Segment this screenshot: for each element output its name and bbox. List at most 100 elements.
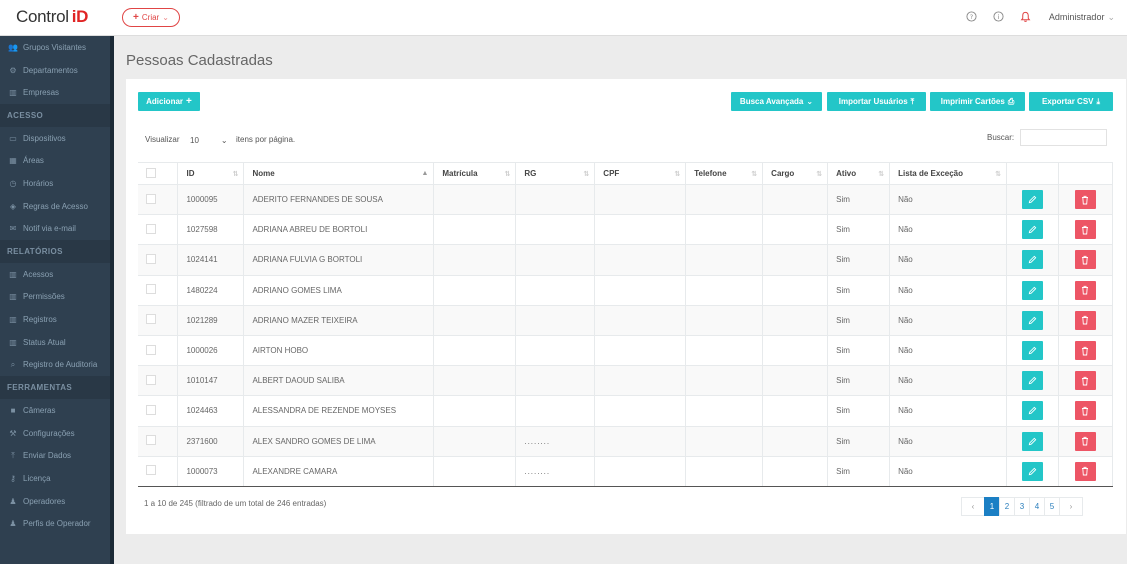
page-button[interactable]: 5 — [1044, 497, 1060, 516]
table-row[interactable]: 1480224 ADRIANO GOMES LIMA Sim Não — [138, 274, 1114, 306]
col-matricula[interactable]: Matrícula ⇅ — [433, 162, 517, 185]
delete-button[interactable] — [1074, 220, 1096, 240]
sidebar-item[interactable]: ■ Câmeras — [0, 399, 110, 422]
row-checkbox[interactable] — [146, 284, 156, 295]
cell-select — [138, 244, 179, 276]
app-logo[interactable]: Control iD — [16, 7, 88, 27]
advanced-search-button[interactable]: Busca Avançada ⌄ — [731, 92, 822, 111]
delete-button[interactable] — [1074, 431, 1096, 451]
delete-button[interactable] — [1074, 280, 1096, 300]
table-row[interactable]: 1000026 AIRTON HOBO Sim Não — [138, 334, 1114, 366]
page-button[interactable]: 4 — [1029, 497, 1045, 516]
sort-icon: ⇅ — [878, 171, 885, 178]
row-checkbox[interactable] — [146, 253, 156, 264]
sidebar-item[interactable]: ◈ Regras de Acesso — [0, 195, 110, 218]
sidebar-item[interactable]: ▭ Dispositivos — [0, 127, 110, 150]
delete-button[interactable] — [1074, 401, 1096, 421]
edit-button[interactable] — [1021, 190, 1043, 210]
table-row[interactable]: 1000073 ALEXANDRE CAMARA........ Sim Não — [138, 455, 1114, 487]
row-checkbox[interactable] — [146, 435, 156, 446]
info-icon[interactable]: i — [992, 10, 1005, 23]
cell-phone — [685, 365, 764, 396]
print-cards-button[interactable]: Imprimir Cartões ⎙ — [930, 92, 1025, 111]
select-all-checkbox[interactable] — [146, 167, 156, 178]
edit-button[interactable] — [1021, 280, 1043, 300]
table-row[interactable]: 1027598 ADRIANA ABREU DE BORTOLI Sim Não — [138, 214, 1114, 245]
sidebar-item[interactable]: ▦ Áreas — [0, 149, 110, 172]
edit-button[interactable] — [1021, 310, 1043, 330]
create-button[interactable]: + Criar ⌄ — [122, 8, 180, 27]
cell-edit — [1006, 304, 1059, 336]
sidebar-item[interactable]: ▥ Acessos — [0, 263, 110, 286]
sidebar-item[interactable]: ◷ Horários — [0, 172, 110, 195]
edit-button[interactable] — [1021, 401, 1043, 421]
table-row[interactable]: 2371600 ALEX SANDRO GOMES DE LIMA........… — [138, 425, 1114, 457]
export-csv-button[interactable]: Exportar CSV ⤓ — [1029, 92, 1113, 111]
edit-button[interactable] — [1021, 250, 1043, 270]
cell-id: 1480224 — [177, 274, 245, 306]
col-name[interactable]: Nome ▲ — [243, 162, 435, 185]
row-checkbox[interactable] — [146, 404, 156, 415]
col-id[interactable]: ID ⇅ — [177, 162, 245, 185]
row-checkbox[interactable] — [146, 374, 156, 385]
sidebar-item[interactable]: ♟ Perfis de Operador — [0, 512, 110, 535]
row-checkbox[interactable] — [146, 193, 156, 204]
delete-button[interactable] — [1074, 461, 1096, 481]
table-row[interactable]: 1024463 ALESSANDRA DE REZENDE MOYSES Sim Nã… — [138, 395, 1114, 426]
next-page-button[interactable]: › — [1059, 497, 1083, 516]
search-input[interactable] — [1020, 129, 1107, 146]
edit-button[interactable] — [1021, 220, 1043, 240]
delete-button[interactable] — [1074, 371, 1096, 391]
add-button[interactable]: Adicionar + — [138, 92, 200, 111]
delete-button[interactable] — [1074, 250, 1096, 270]
top-navbar: Control iD + Criar ⌄ ? i Administrador ⌄ — [0, 0, 1127, 36]
cell-id: 1000026 — [177, 334, 245, 366]
cell-cpf — [594, 183, 687, 215]
row-checkbox[interactable] — [146, 344, 156, 355]
table-row[interactable]: 1000095 ADERITO FERNANDES DE SOUSA Sim Não — [138, 183, 1114, 215]
table-row[interactable]: 1024141 ADRIANA FULVIA G BORTOLI Sim Não — [138, 244, 1114, 276]
sidebar-item[interactable]: ⤒ Enviar Dados — [0, 444, 110, 467]
page-button[interactable]: 1 — [984, 497, 1000, 516]
print-cards-label: Imprimir Cartões — [940, 97, 1005, 106]
table-row[interactable]: 1010147 ALBERT DAOUD SALIBA Sim Não — [138, 365, 1114, 396]
prev-page-button[interactable]: ‹ — [961, 497, 985, 516]
user-menu[interactable]: Administrador ⌄ — [1049, 12, 1115, 23]
col-exception[interactable]: Lista de Exceção ⇅ — [889, 162, 1007, 185]
row-checkbox[interactable] — [146, 314, 156, 325]
page-button[interactable]: 3 — [1014, 497, 1030, 516]
sidebar-item[interactable]: ♟ Operadores — [0, 490, 110, 513]
col-cargo[interactable]: Cargo ⇅ — [762, 162, 829, 185]
sidebar-item[interactable]: ▥ Permissões — [0, 286, 110, 309]
sidebar-item[interactable]: ▥ Status Atual — [0, 331, 110, 354]
row-checkbox[interactable] — [146, 465, 156, 476]
bell-icon[interactable] — [1019, 10, 1032, 23]
sidebar-item[interactable]: ⚷ Licença — [0, 467, 110, 490]
col-rg[interactable]: RG ⇅ — [515, 162, 596, 185]
row-checkbox[interactable] — [146, 223, 156, 234]
page-length-select[interactable]: 10 ⌄ — [190, 133, 234, 147]
sidebar-item[interactable]: ⚙ Departamentos — [0, 59, 110, 82]
help-icon[interactable]: ? — [965, 10, 978, 23]
import-users-button[interactable]: Importar Usuários ⤒ — [827, 92, 926, 111]
edit-button[interactable] — [1021, 431, 1043, 451]
sidebar-item-label: Registro de Auditoria — [23, 360, 98, 370]
col-phone[interactable]: Telefone ⇅ — [685, 162, 764, 185]
page-button[interactable]: 2 — [999, 497, 1015, 516]
edit-button[interactable] — [1021, 371, 1043, 391]
delete-button[interactable] — [1074, 341, 1096, 361]
sidebar-item[interactable]: ▥ Registros — [0, 308, 110, 331]
edit-button[interactable] — [1021, 341, 1043, 361]
delete-button[interactable] — [1074, 190, 1096, 210]
sidebar-item[interactable]: ✉ Notif via e-mail — [0, 218, 110, 241]
edit-button[interactable] — [1021, 461, 1043, 481]
select-all-header[interactable] — [138, 162, 179, 185]
col-cpf[interactable]: CPF ⇅ — [594, 162, 687, 185]
sidebar-item[interactable]: ⌕ Registro de Auditoria — [0, 354, 110, 377]
sidebar-item[interactable]: 👥 Grupos Visitantes — [0, 36, 110, 59]
sidebar-item[interactable]: ▥ Empresas — [0, 81, 110, 104]
table-row[interactable]: 1021289 ADRIANO MAZER TEIXEIRA Sim Não — [138, 304, 1114, 336]
col-active[interactable]: Ativo ⇅ — [827, 162, 891, 185]
delete-button[interactable] — [1074, 310, 1096, 330]
sidebar-item[interactable]: ⚒ Configurações — [0, 422, 110, 445]
